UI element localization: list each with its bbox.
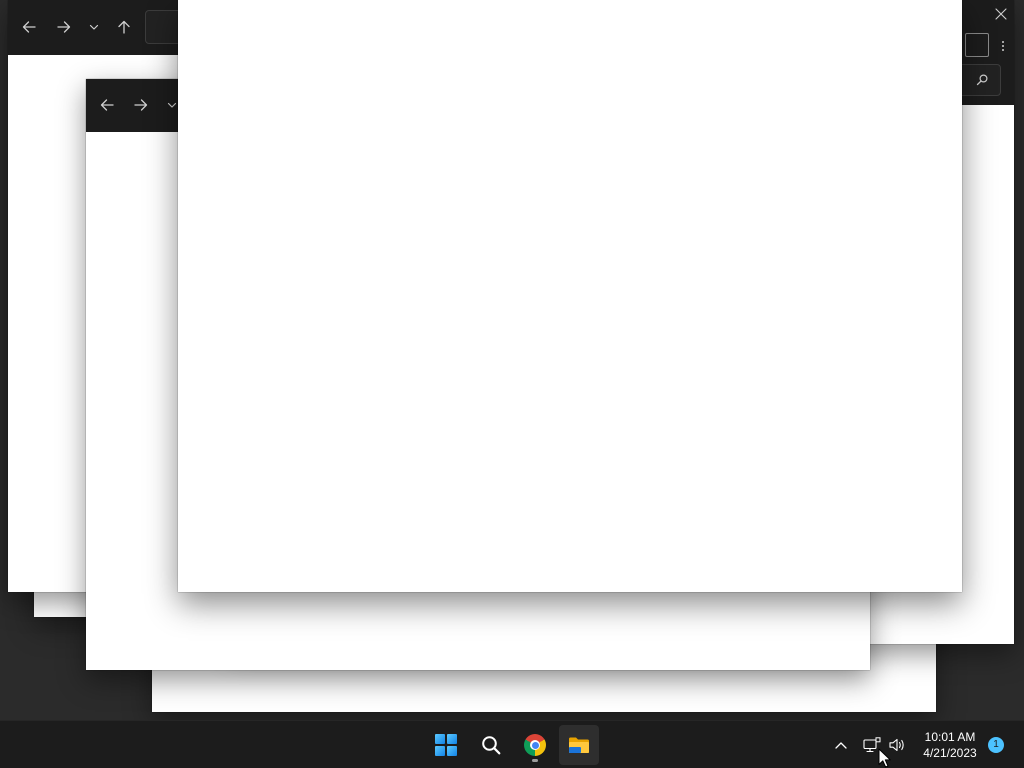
- more-icon: [1002, 41, 1004, 51]
- close-icon: [995, 8, 1007, 20]
- file-explorer-taskbar-button[interactable]: [559, 725, 599, 765]
- up-arrow-icon: [118, 20, 130, 34]
- clock-date: 4/21/2023: [923, 746, 977, 760]
- close-button[interactable]: [987, 1, 1015, 27]
- back-button[interactable]: [94, 92, 120, 118]
- clock[interactable]: 10:01 AM 4/21/2023: [912, 729, 988, 761]
- windows-start-icon: [435, 734, 457, 756]
- file-explorer-icon: [569, 737, 589, 753]
- search-icon: [482, 736, 501, 755]
- more-button[interactable]: [990, 36, 1016, 56]
- desktop[interactable]: [0, 0, 1024, 720]
- up-button[interactable]: [111, 14, 137, 40]
- forward-arrow-icon: [57, 21, 71, 33]
- forward-button[interactable]: [128, 92, 154, 118]
- show-hidden-icons-button[interactable]: [829, 733, 853, 757]
- view-icon[interactable]: [965, 33, 989, 57]
- mouse-cursor-icon: [878, 748, 891, 768]
- taskbar-search-button[interactable]: [471, 725, 511, 765]
- back-button[interactable]: [16, 14, 42, 40]
- clock-time: 10:01 AM: [924, 730, 976, 744]
- explorer-window-front[interactable]: [178, 0, 962, 592]
- back-arrow-icon: [100, 99, 114, 111]
- recent-locations-button[interactable]: [81, 14, 107, 40]
- forward-arrow-icon: [134, 99, 148, 111]
- chevron-down-icon: [89, 24, 99, 30]
- search-icon: [976, 74, 988, 86]
- back-arrow-icon: [22, 21, 36, 33]
- chrome-icon: [524, 734, 546, 756]
- start-button[interactable]: [426, 725, 466, 765]
- running-indicator: [532, 759, 538, 762]
- chevron-down-icon: [167, 102, 177, 108]
- window-body: [178, 0, 962, 592]
- chevron-up-icon: [835, 742, 847, 749]
- forward-button[interactable]: [51, 14, 77, 40]
- notification-badge[interactable]: 1: [988, 737, 1004, 753]
- taskbar: 10:01 AM 4/21/2023 1: [0, 720, 1024, 768]
